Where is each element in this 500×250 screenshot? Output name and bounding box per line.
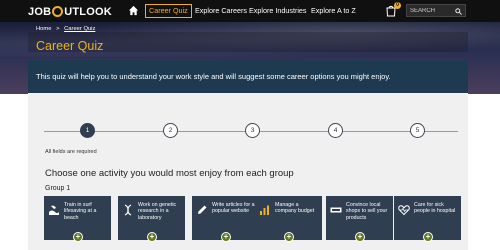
add-activity-button[interactable]: + (147, 232, 157, 242)
activity-label: Work on genetic research in a laboratory (138, 202, 177, 221)
activity-label: Write articles for a popular website (212, 202, 255, 215)
search-icon[interactable] (455, 8, 462, 15)
nav-explore-a-to-z[interactable]: Explore A to Z (308, 4, 359, 18)
nav-explore-industries[interactable]: Explore Industries (246, 4, 310, 18)
bar-chart-icon (260, 205, 269, 215)
sale-tag-icon (330, 207, 342, 213)
step-5[interactable]: 5 (410, 123, 425, 138)
group-title: Group 1 (45, 185, 71, 192)
step-2[interactable]: 2 (163, 123, 178, 138)
nav-career-quiz[interactable]: Career Quiz (145, 4, 192, 18)
activity-label: Care for sick people in hospital (414, 202, 456, 215)
add-activity-button[interactable]: + (221, 232, 231, 242)
add-activity-button[interactable]: + (423, 232, 433, 242)
step-4[interactable]: 4 (328, 123, 343, 138)
intro-text: This quiz will help you to understand yo… (28, 60, 468, 93)
dna-icon (124, 204, 132, 216)
step-3[interactable]: 3 (245, 123, 260, 138)
pencil-icon (198, 205, 207, 214)
logo-o-ring (52, 6, 64, 17)
logo-text-left: JOB (28, 5, 52, 18)
jobs-outlook-logo[interactable]: JOB UTLOOK (28, 4, 112, 19)
heart-pulse-icon (398, 205, 410, 216)
add-activity-button[interactable]: + (284, 232, 294, 242)
required-note: All fields are required (45, 149, 97, 155)
activity-label: Convince local shops to sell your produc… (346, 202, 388, 221)
activity-label: Manage a company budget (275, 202, 315, 215)
add-activity-button[interactable]: + (355, 232, 365, 242)
activity-label: Train in surf lifesaving at a beach (64, 202, 97, 221)
page-title: Career Quiz (36, 39, 104, 53)
step-1[interactable]: 1 (80, 123, 95, 138)
surfboard-icon (49, 205, 59, 215)
search-input[interactable] (410, 7, 454, 14)
cart-count-badge: 0 (394, 2, 401, 9)
search-box[interactable] (406, 4, 466, 17)
logo-text-right: UTLOOK (64, 5, 112, 18)
question-heading: Choose one activity you would most enjoy… (45, 168, 294, 179)
home-icon[interactable] (128, 5, 139, 16)
add-activity-button[interactable]: + (73, 232, 83, 242)
nav-explore-careers[interactable]: Explore Careers (192, 4, 250, 18)
